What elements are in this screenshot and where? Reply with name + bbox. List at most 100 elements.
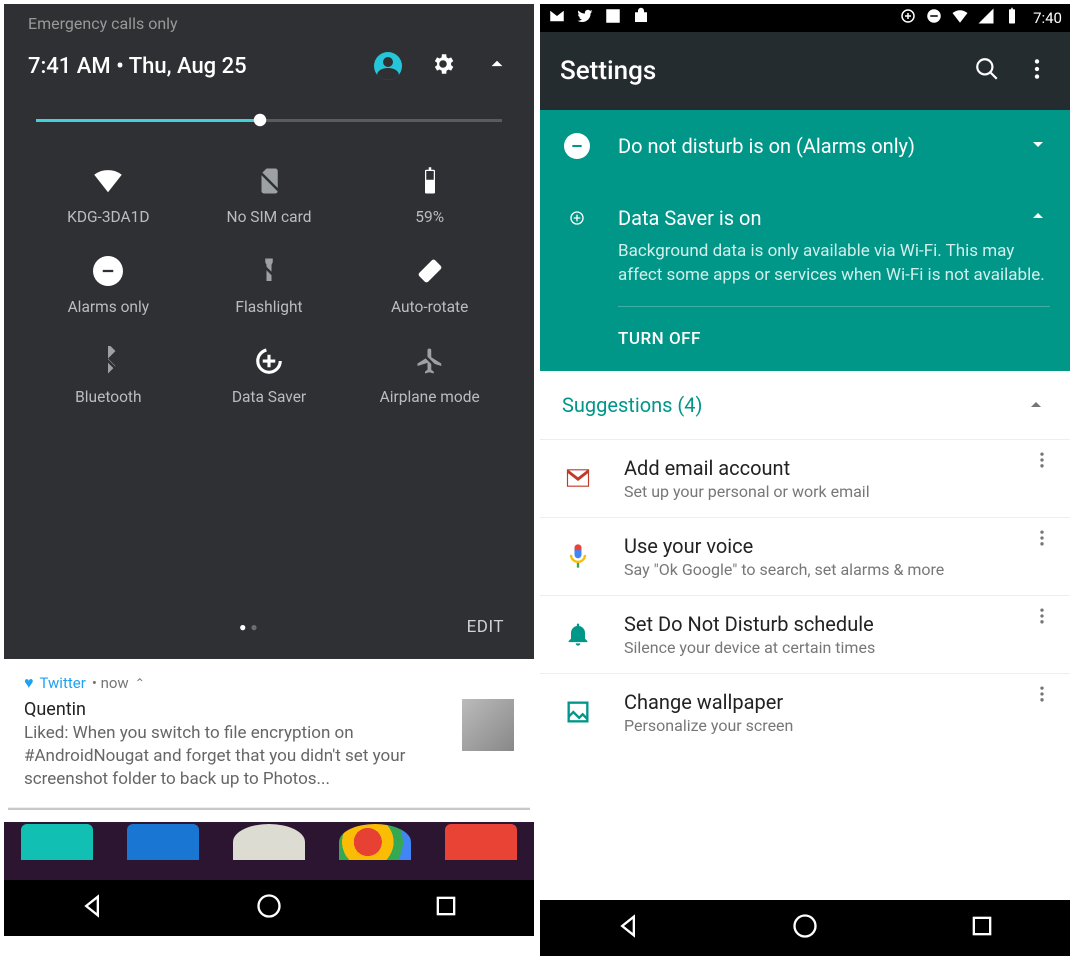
suggestion-title: Change wallpaper [624, 690, 1052, 714]
suggestion-sub: Say "Ok Google" to search, set alarms & … [624, 558, 1052, 579]
overflow-menu-icon[interactable] [1032, 606, 1052, 630]
tile-flashlight[interactable]: Flashlight [189, 256, 350, 316]
wifi-status-icon [951, 7, 969, 29]
nav-home-button[interactable] [255, 892, 283, 924]
quick-settings-screen: Emergency calls only 7:41 AM • Thu, Aug … [4, 4, 534, 956]
twitter-heart-icon: ♥ [24, 673, 34, 693]
overflow-menu-icon[interactable] [1032, 528, 1052, 552]
datasaver-banner-icon [560, 210, 594, 226]
tile-airplane-label: Airplane mode [380, 388, 480, 406]
notification-message: Liked: When you switch to file encryptio… [24, 722, 448, 791]
suggestion-add-email[interactable]: Add email accountSet up your personal or… [540, 439, 1070, 517]
banner-datasaver[interactable]: Data Saver is on [540, 182, 1070, 240]
wallpaper-icon [558, 698, 598, 726]
store-status-icon [632, 7, 650, 29]
tile-rotate[interactable]: Auto-rotate [349, 256, 510, 316]
mic-icon [558, 542, 598, 570]
dnd-status-icon [925, 7, 943, 29]
twitter-status-icon [576, 7, 594, 29]
suggestion-title: Set Do Not Disturb schedule [624, 612, 1052, 636]
suggestion-title: Add email account [624, 456, 1052, 480]
bell-icon [558, 620, 598, 648]
nav-back-button[interactable] [78, 892, 106, 924]
dnd-icon [93, 256, 123, 286]
tile-bluetooth-label: Bluetooth [75, 388, 141, 406]
tile-wifi-label: KDG-3DA1D [67, 208, 149, 226]
tile-airplane[interactable]: Airplane mode [349, 346, 510, 406]
settings-gear-icon[interactable] [430, 51, 456, 81]
nav-back-button[interactable] [614, 912, 642, 944]
overflow-menu-icon[interactable] [1032, 684, 1052, 708]
gmail-status-icon [548, 7, 566, 29]
turn-off-button[interactable]: TURN OFF [540, 307, 1070, 371]
tile-bluetooth[interactable]: Bluetooth [28, 346, 189, 406]
banner-dnd-label: Do not disturb is on (Alarms only) [618, 134, 1002, 158]
quick-settings-panel: Emergency calls only 7:41 AM • Thu, Aug … [4, 4, 534, 659]
banner-datasaver-desc: Background data is only available via Wi… [540, 240, 1070, 306]
battery-status-icon [1003, 7, 1021, 29]
suggestion-voice[interactable]: Use your voiceSay "Ok Google" to search,… [540, 517, 1070, 595]
tile-dnd[interactable]: Alarms only [28, 256, 189, 316]
suggestion-wallpaper[interactable]: Change wallpaperPersonalize your screen [540, 673, 1070, 751]
notification-card[interactable]: ♥ Twitter • now ⌃ Quentin Liked: When yo… [4, 659, 534, 799]
user-avatar-icon[interactable] [374, 52, 402, 80]
notification-shelf-handle[interactable] [8, 807, 530, 810]
banner-dnd[interactable]: Do not disturb is on (Alarms only) [540, 110, 1070, 182]
datasaver-icon [254, 346, 284, 376]
airplane-off-icon [415, 346, 445, 376]
no-sim-icon [254, 166, 284, 196]
overflow-menu-icon[interactable] [1032, 450, 1052, 474]
chevron-down-icon [1026, 132, 1050, 160]
brightness-slider[interactable] [28, 81, 510, 132]
suggestions-label: Suggestions (4) [562, 393, 1024, 417]
status-bar: 7:40 [540, 4, 1070, 32]
signal-status-icon [977, 7, 995, 29]
photos-status-icon [604, 7, 622, 29]
notification-time: • now [92, 674, 129, 692]
overflow-menu-icon[interactable] [1024, 56, 1050, 86]
chevron-up-icon [1024, 393, 1048, 417]
suggestions-header[interactable]: Suggestions (4) [540, 371, 1070, 439]
app-bar: Settings [540, 32, 1070, 110]
suggestion-dnd-schedule[interactable]: Set Do Not Disturb scheduleSilence your … [540, 595, 1070, 673]
datasaver-status-icon [899, 7, 917, 29]
settings-body: Suggestions (4) Add email accountSet up … [540, 371, 1070, 751]
flashlight-icon [254, 256, 284, 286]
settings-screen: 7:40 Settings Do not disturb is on (Alar… [540, 4, 1070, 956]
status-banners: Do not disturb is on (Alarms only) Data … [540, 110, 1070, 371]
brightness-auto-icon [245, 105, 275, 139]
status-clock: 7:40 [1033, 9, 1062, 27]
navigation-bar [540, 900, 1070, 956]
notification-title: Quentin [24, 699, 448, 722]
suggestion-title: Use your voice [624, 534, 1052, 558]
dnd-banner-icon [564, 133, 590, 159]
auto-rotate-icon [415, 256, 445, 286]
tile-dnd-label: Alarms only [68, 298, 150, 316]
page-indicator: ●● [34, 620, 467, 634]
tile-rotate-label: Auto-rotate [391, 298, 468, 316]
collapse-panel-icon[interactable] [484, 51, 510, 81]
edit-tiles-button[interactable]: EDIT [467, 617, 504, 637]
launcher-preview [4, 822, 534, 880]
nav-recent-button[interactable] [968, 912, 996, 944]
tile-battery-label: 59% [415, 208, 444, 226]
tile-sim-label: No SIM card [227, 208, 312, 226]
tile-datasaver[interactable]: Data Saver [189, 346, 350, 406]
search-icon[interactable] [974, 56, 1000, 86]
battery-icon [415, 166, 445, 196]
carrier-label: Emergency calls only [28, 4, 510, 33]
tile-battery[interactable]: 59% [349, 166, 510, 226]
gmail-icon [558, 464, 598, 492]
suggestion-sub: Personalize your screen [624, 714, 1052, 735]
banner-datasaver-label: Data Saver is on [618, 206, 1002, 230]
tile-wifi[interactable]: KDG-3DA1D [28, 166, 189, 226]
notification-app: Twitter [40, 674, 86, 692]
notification-expand-icon[interactable]: ⌃ [135, 676, 145, 690]
nav-recent-button[interactable] [432, 892, 460, 924]
nav-home-button[interactable] [791, 912, 819, 944]
tile-sim[interactable]: No SIM card [189, 166, 350, 226]
clock-date: 7:41 AM • Thu, Aug 25 [28, 54, 374, 79]
page-title: Settings [560, 56, 974, 86]
suggestion-sub: Set up your personal or work email [624, 480, 1052, 501]
suggestion-sub: Silence your device at certain times [624, 636, 1052, 657]
